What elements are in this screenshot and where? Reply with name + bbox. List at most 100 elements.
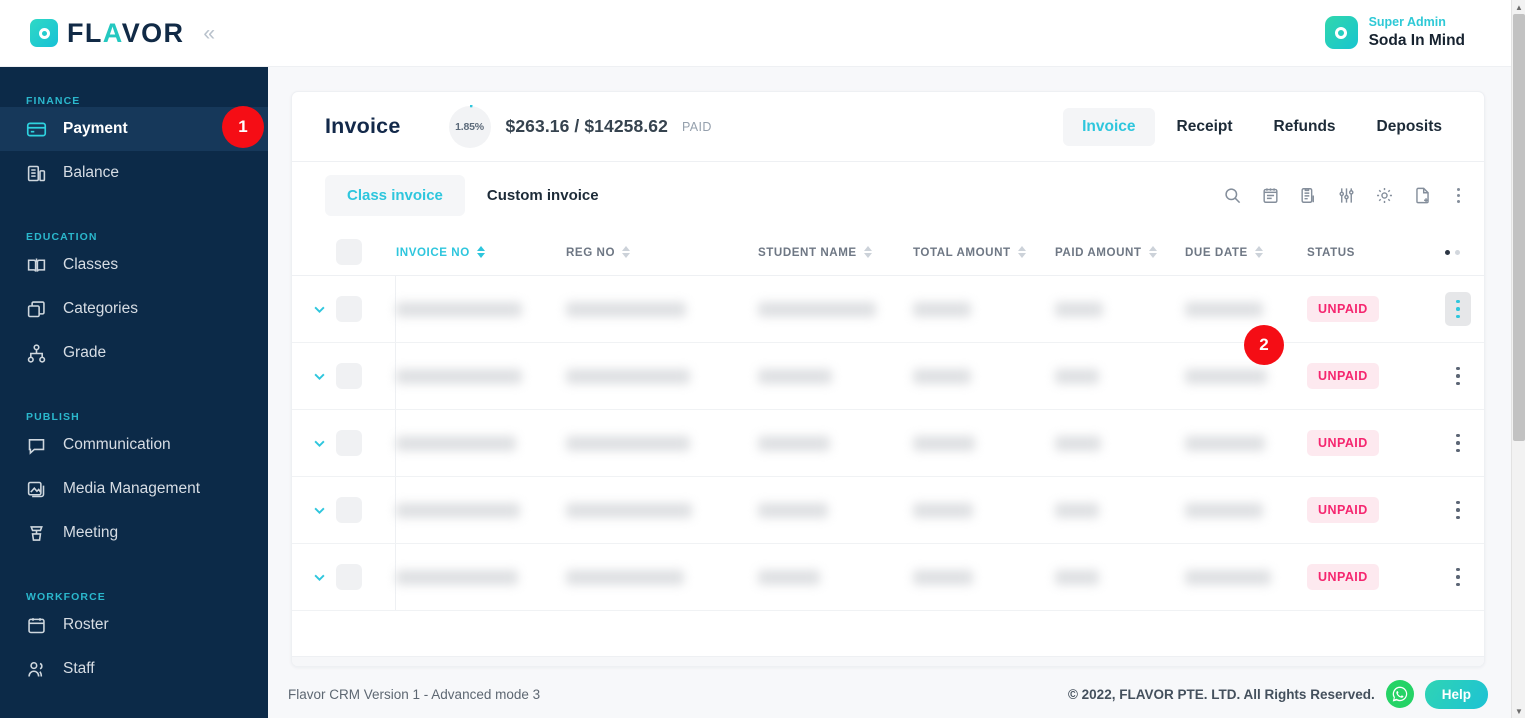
row-menu-button[interactable]	[1445, 493, 1471, 527]
page-scrollbar[interactable]: ▲ ▼	[1511, 0, 1525, 718]
more-vertical-icon[interactable]	[1451, 186, 1465, 205]
cell-student-name	[758, 368, 913, 384]
header-cell-invoice-no[interactable]: INVOICE NO	[396, 246, 566, 259]
cell-student-name	[758, 301, 913, 317]
top-bar: FLAVOR « Super Admin Soda In Mind	[0, 0, 1511, 67]
chevron-down-icon[interactable]	[312, 436, 327, 451]
sidebar-section-workforce: WORKFORCE	[26, 591, 106, 603]
help-button[interactable]: Help	[1424, 679, 1488, 709]
sidebar-item-media-management[interactable]: Media Management	[0, 467, 268, 511]
user-role: Super Admin	[1368, 15, 1446, 30]
brand-logo[interactable]: FLAVOR «	[0, 0, 268, 67]
whatsapp-icon[interactable]	[1385, 680, 1414, 708]
copyright-text: © 2022, FLAVOR PTE. LTD. All Rights Rese…	[1067, 686, 1375, 702]
sidebar-item-grade[interactable]: Grade	[0, 331, 268, 375]
document-add-icon[interactable]	[1413, 186, 1432, 205]
redacted-value	[1055, 435, 1101, 451]
app-version-text: Flavor CRM Version 1 - Advanced mode 3	[288, 686, 541, 702]
sort-arrows-icon[interactable]	[476, 246, 485, 258]
subtab-class-invoice[interactable]: Class invoice	[325, 175, 465, 216]
cell-row-actions	[1445, 560, 1484, 594]
sort-arrows-icon[interactable]	[863, 246, 872, 258]
select-all-checkbox[interactable]	[336, 239, 362, 265]
redacted-value	[566, 502, 692, 518]
row-menu-button[interactable]	[1445, 560, 1471, 594]
table-row[interactable]: UNPAID	[292, 343, 1484, 410]
cell-row-actions	[1445, 359, 1484, 393]
cell-paid-amount	[1055, 569, 1185, 585]
chevron-down-icon[interactable]	[312, 302, 327, 317]
row-menu-button[interactable]	[1445, 426, 1471, 460]
chevron-down-icon[interactable]	[312, 503, 327, 518]
search-icon[interactable]	[1223, 186, 1242, 205]
table-row[interactable]: UNPAID	[292, 410, 1484, 477]
header-cell-due-date[interactable]: DUE DATE	[1185, 246, 1307, 259]
redacted-value	[396, 301, 522, 317]
chevron-down-icon[interactable]	[312, 369, 327, 384]
sort-arrows-icon[interactable]	[1148, 246, 1157, 258]
row-frozen-cell	[292, 477, 396, 543]
user-name: Soda In Mind	[1368, 32, 1465, 50]
row-checkbox[interactable]	[336, 564, 362, 590]
sidebar-item-categories[interactable]: Categories	[0, 287, 268, 331]
sidebar-item-communication[interactable]: Communication	[0, 423, 268, 467]
header-cell-total-amount[interactable]: TOTAL AMOUNT	[913, 246, 1055, 259]
row-menu-button[interactable]	[1445, 292, 1471, 326]
filter-sliders-icon[interactable]	[1337, 186, 1356, 205]
scrollbar-thumb[interactable]	[1513, 14, 1525, 441]
sort-arrows-icon[interactable]	[1254, 246, 1263, 258]
header-cell-status[interactable]: STATUS	[1307, 246, 1445, 259]
podium-icon	[30, 525, 43, 541]
redacted-value	[913, 569, 973, 585]
payment-summary: 1.85% $263.16 / $14258.62 PAID	[448, 104, 712, 149]
sidebar-item-label: Categories	[63, 300, 138, 317]
header-cell-paid-amount[interactable]: PAID AMOUNT	[1055, 246, 1185, 259]
tab-deposits[interactable]: Deposits	[1358, 108, 1461, 146]
table-horizontal-scrollbar[interactable]	[292, 656, 1484, 666]
sidebar-item-roster[interactable]: Roster	[0, 603, 268, 647]
users-icon	[28, 661, 43, 677]
row-checkbox[interactable]	[336, 363, 362, 389]
table-row[interactable]: UNPAID	[292, 544, 1484, 611]
notepad-icon[interactable]	[1261, 186, 1280, 205]
header-cell-student-name[interactable]: STUDENT NAME	[758, 246, 913, 259]
chevron-double-left-icon[interactable]: «	[203, 23, 215, 44]
sort-arrows-icon[interactable]	[1017, 246, 1026, 258]
user-menu[interactable]: Super Admin Soda In Mind	[1324, 14, 1511, 51]
clipboard-report-icon[interactable]	[1299, 186, 1318, 205]
column-label: REG NO	[566, 245, 616, 259]
row-frozen-cell	[292, 276, 396, 342]
chat-bubble-icon	[28, 438, 45, 455]
scroll-down-arrow-icon[interactable]: ▼	[1512, 704, 1525, 718]
sidebar-item-classes[interactable]: Classes	[0, 243, 268, 287]
scroll-up-arrow-icon[interactable]: ▲	[1512, 0, 1525, 14]
tab-receipt[interactable]: Receipt	[1158, 108, 1252, 146]
cell-due-date	[1185, 368, 1307, 384]
status-badge: UNPAID	[1307, 497, 1379, 523]
table-row[interactable]: UNPAID	[292, 276, 1484, 343]
image-stack-icon	[27, 481, 45, 497]
chevron-down-icon[interactable]	[312, 570, 327, 585]
redacted-value	[758, 502, 828, 518]
row-checkbox[interactable]	[336, 497, 362, 523]
cell-due-date	[1185, 569, 1307, 585]
gear-icon[interactable]	[1375, 186, 1394, 205]
cell-reg-no	[566, 435, 758, 451]
tab-invoice[interactable]: Invoice	[1063, 107, 1155, 146]
row-checkbox[interactable]	[336, 430, 362, 456]
sidebar-item-balance[interactable]: Balance	[0, 151, 268, 195]
cell-student-name	[758, 435, 913, 451]
subtab-custom-invoice[interactable]: Custom invoice	[465, 175, 621, 216]
row-checkbox[interactable]	[336, 296, 362, 322]
header-cell-reg-no[interactable]: REG NO	[566, 246, 758, 259]
redacted-value	[1055, 569, 1099, 585]
tab-refunds[interactable]: Refunds	[1255, 108, 1355, 146]
column-toggle-dots-icon[interactable]	[1445, 249, 1460, 255]
sort-arrows-icon[interactable]	[622, 246, 631, 258]
sidebar-item-staff[interactable]: Staff	[0, 647, 268, 691]
table-row[interactable]: UNPAID	[292, 477, 1484, 544]
sidebar-item-meeting[interactable]: Meeting	[0, 511, 268, 555]
status-badge: UNPAID	[1307, 564, 1379, 590]
row-menu-button[interactable]	[1445, 359, 1471, 393]
